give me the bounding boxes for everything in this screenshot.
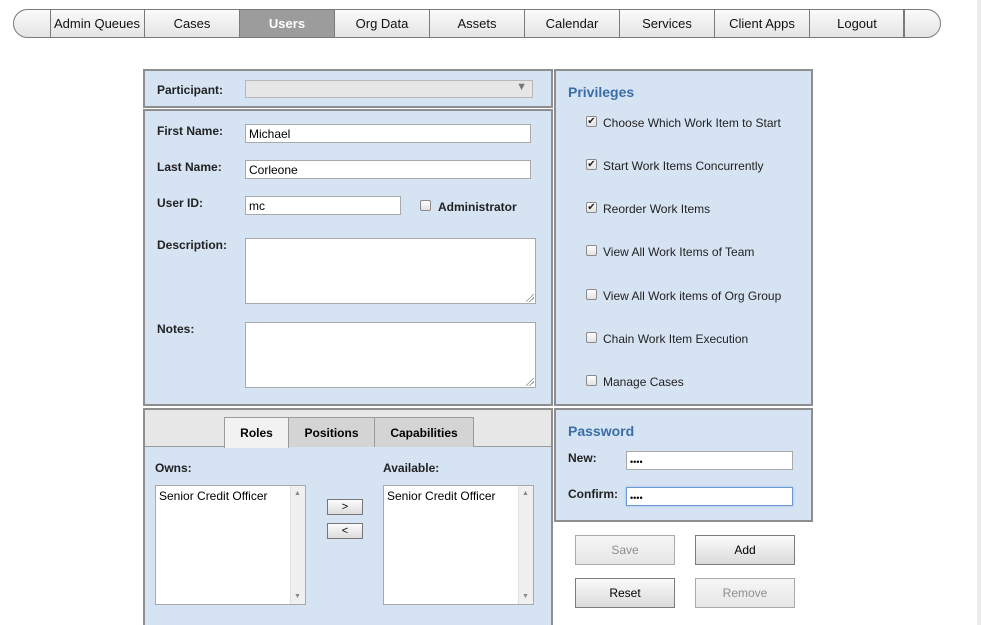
- privilege-checkbox-manage-cases[interactable]: [586, 375, 597, 386]
- last-name-input[interactable]: Corleone: [245, 160, 531, 179]
- privilege-label: View All Work Items of Team: [603, 245, 755, 259]
- administrator-checkbox[interactable]: [420, 200, 431, 211]
- privilege-label: Reorder Work Items: [603, 202, 711, 216]
- notes-textarea[interactable]: [245, 322, 536, 388]
- tab-roles[interactable]: Roles: [224, 417, 289, 448]
- scroll-down-icon[interactable]: ▼: [522, 593, 529, 600]
- nav-right-cap: [903, 10, 940, 37]
- nav-client-apps[interactable]: Client Apps: [715, 10, 810, 37]
- participant-label: Participant:: [157, 83, 224, 97]
- privileges-title: Privileges: [568, 84, 635, 100]
- add-button[interactable]: Add: [695, 535, 795, 565]
- owns-scrollbar[interactable]: ▲ ▼: [290, 486, 305, 604]
- list-item[interactable]: Senior Credit Officer: [387, 489, 496, 503]
- remove-button[interactable]: Remove: [695, 578, 795, 608]
- list-item[interactable]: Senior Credit Officer: [159, 489, 268, 503]
- available-label: Available:: [383, 461, 440, 475]
- scroll-down-icon[interactable]: ▼: [294, 593, 301, 600]
- nav-logout[interactable]: Logout: [810, 10, 905, 37]
- new-password-input[interactable]: ••••: [626, 451, 793, 470]
- description-textarea[interactable]: [245, 238, 536, 304]
- privilege-checkbox-choose-work-item[interactable]: ✔: [586, 116, 597, 127]
- save-button[interactable]: Save: [575, 535, 675, 565]
- page-scrollbar-edge[interactable]: [977, 0, 981, 625]
- move-right-button[interactable]: >: [327, 499, 363, 515]
- privilege-checkbox-start-concurrently[interactable]: ✔: [586, 159, 597, 170]
- administrator-label: Administrator: [438, 200, 517, 214]
- nav-admin-queues[interactable]: Admin Queues: [50, 10, 145, 37]
- chevron-down-icon: ▼: [516, 81, 527, 93]
- nav-org-data[interactable]: Org Data: [335, 10, 430, 37]
- available-scrollbar[interactable]: ▲ ▼: [518, 486, 533, 604]
- nav-users[interactable]: Users: [240, 10, 335, 37]
- scroll-up-icon[interactable]: ▲: [522, 490, 529, 497]
- tab-capabilities[interactable]: Capabilities: [374, 417, 474, 447]
- privileges-panel: Privileges ✔ Choose Which Work Item to S…: [554, 69, 813, 406]
- resize-grip-icon[interactable]: [526, 294, 534, 302]
- privilege-label: Manage Cases: [603, 375, 684, 389]
- last-name-label: Last Name:: [157, 160, 222, 174]
- privilege-checkbox-view-org-group[interactable]: [586, 289, 597, 300]
- confirm-password-input[interactable]: ••••: [626, 487, 793, 506]
- owns-label: Owns:: [155, 461, 192, 475]
- first-name-input[interactable]: Michael: [245, 124, 531, 143]
- owns-listbox[interactable]: Senior Credit Officer ▲ ▼: [155, 485, 306, 605]
- privilege-label: Choose Which Work Item to Start: [603, 116, 781, 130]
- nav-assets[interactable]: Assets: [430, 10, 525, 37]
- reset-button[interactable]: Reset: [575, 578, 675, 608]
- user-id-input[interactable]: mc: [245, 196, 401, 215]
- privilege-label: Start Work Items Concurrently: [603, 159, 764, 173]
- privilege-checkbox-chain-execution[interactable]: [586, 332, 597, 343]
- privilege-label: View All Work items of Org Group: [603, 289, 782, 303]
- privilege-label: Chain Work Item Execution: [603, 332, 749, 346]
- password-panel: Password New: •••• Confirm: ••••: [554, 408, 813, 522]
- password-title: Password: [568, 423, 635, 439]
- nav-calendar[interactable]: Calendar: [525, 10, 620, 37]
- scroll-up-icon[interactable]: ▲: [294, 490, 301, 497]
- privilege-checkbox-reorder[interactable]: ✔: [586, 202, 597, 213]
- roles-panel: Roles Positions Capabilities Owns: Avail…: [143, 408, 553, 625]
- tab-positions[interactable]: Positions: [288, 417, 375, 447]
- main-nav-bar: Admin Queues Cases Users Org Data Assets…: [13, 9, 941, 38]
- tab-bar: Roles Positions Capabilities: [145, 410, 551, 448]
- participant-panel: Participant: ▼: [143, 69, 553, 108]
- description-label: Description:: [157, 238, 228, 252]
- nav-services[interactable]: Services: [620, 10, 715, 37]
- move-left-button[interactable]: <: [327, 523, 363, 539]
- first-name-label: First Name:: [157, 124, 224, 138]
- resize-grip-icon[interactable]: [526, 378, 534, 386]
- user-details-panel: First Name: Michael Last Name: Corleone …: [143, 109, 553, 406]
- notes-label: Notes:: [157, 322, 195, 336]
- new-password-label: New:: [568, 451, 597, 465]
- confirm-password-label: Confirm:: [568, 487, 618, 501]
- user-id-label: User ID:: [157, 196, 204, 210]
- privilege-checkbox-view-team[interactable]: [586, 245, 597, 256]
- participant-select[interactable]: ▼: [245, 80, 533, 98]
- nav-left-cap: [14, 10, 51, 37]
- available-listbox[interactable]: Senior Credit Officer ▲ ▼: [383, 485, 534, 605]
- nav-cases[interactable]: Cases: [145, 10, 240, 37]
